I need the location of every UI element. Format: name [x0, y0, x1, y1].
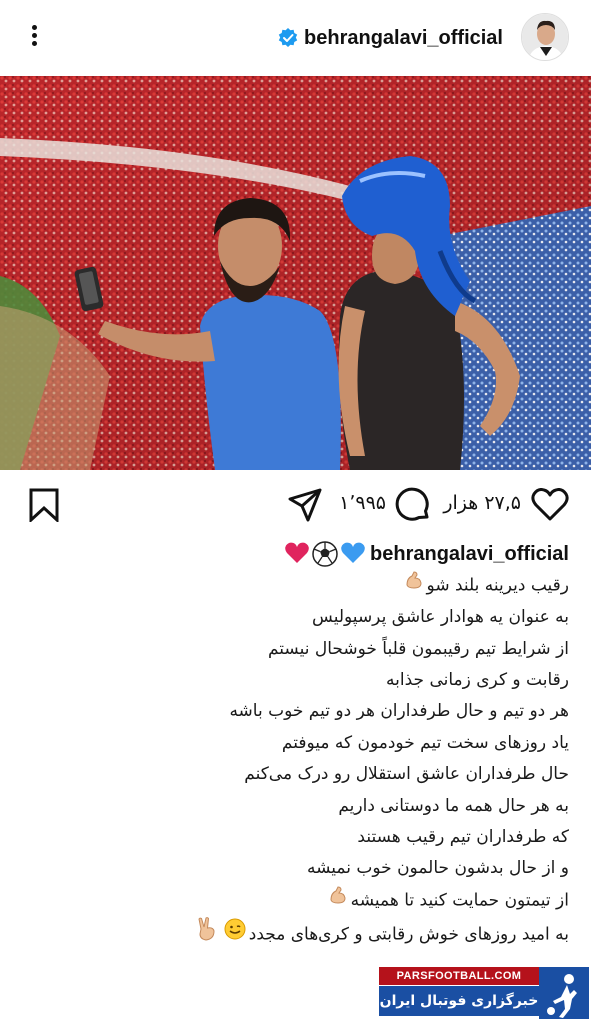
share-icon[interactable] — [287, 487, 323, 523]
heart-icon[interactable] — [531, 488, 569, 522]
more-icon — [31, 25, 37, 30]
caption-line: یاد روزهای سخت تیم خودمون که میوفتم — [281, 732, 569, 753]
caption: behrangalavi_official رقیب دیرینه بلند ش… — [29, 538, 569, 952]
comment-icon[interactable] — [395, 487, 431, 523]
flexed-biceps-icon — [328, 885, 348, 916]
more-options-button[interactable] — [22, 22, 46, 52]
blue-heart-icon — [341, 542, 365, 563]
red-heart-icon — [285, 542, 309, 563]
victory-hand-icon — [196, 916, 218, 952]
caption-line: به عنوان یه هوادار عاشق پرسپولیس — [312, 607, 569, 628]
likes-count[interactable]: ۲۷,۵ هزار — [443, 492, 521, 514]
username[interactable]: behrangalavi_official — [304, 27, 503, 50]
avatar[interactable] — [521, 13, 569, 61]
caption-line: که طرفداران تیم رقیب هستند — [357, 826, 569, 847]
caption-header: behrangalavi_official — [29, 538, 569, 570]
post-author[interactable]: behrangalavi_official — [278, 24, 503, 52]
caption-line: و از حال بدشون حالمون خوب نمیشه — [307, 858, 569, 879]
caption-line: از شرایط تیم رقیبمون قلباً خوشحال نیستم — [267, 638, 569, 659]
caption-line: هر دو تیم و حال طرفداران هر دو تیم خوب ب… — [229, 701, 569, 722]
verified-icon — [278, 28, 298, 47]
watermark-badge: PARSFOOTBALL.COM خبرگزاری فوتبال ایران — [379, 967, 589, 1019]
caption-line: از تیمتون حمایت کنید تا همیشه — [29, 885, 569, 917]
watermark-site: PARSFOOTBALL.COM — [379, 967, 539, 985]
smile-icon — [224, 918, 246, 951]
caption-line: به امید روزهای خوش رقابتی و کری‌های مجدد — [29, 916, 569, 952]
caption-username[interactable]: behrangalavi_official — [370, 543, 569, 566]
flexed-biceps-icon — [404, 570, 424, 601]
post-header: behrangalavi_official — [0, 0, 591, 76]
caption-emoji — [284, 541, 366, 567]
caption-line: رقابت و کری زمانی جذابه — [386, 669, 569, 690]
caption-line: رقیب دیرینه بلند شو — [29, 570, 569, 602]
post-actions: ۲۷,۵ هزار ۱٬۹۹۵ — [0, 478, 591, 534]
watermark-logo — [539, 967, 589, 1019]
soccer-ball-icon — [312, 541, 338, 567]
comments-count[interactable]: ۱٬۹۹۵ — [339, 492, 386, 514]
caption-line: حال طرفداران عاشق استقلال رو درک می‌کنم — [244, 764, 569, 785]
caption-line: به هر حال همه ما دوستانی داریم — [338, 795, 569, 816]
post-photo[interactable] — [0, 76, 591, 470]
watermark-tagline: خبرگزاری فوتبال ایران — [379, 986, 539, 1016]
bookmark-icon[interactable] — [28, 488, 60, 522]
